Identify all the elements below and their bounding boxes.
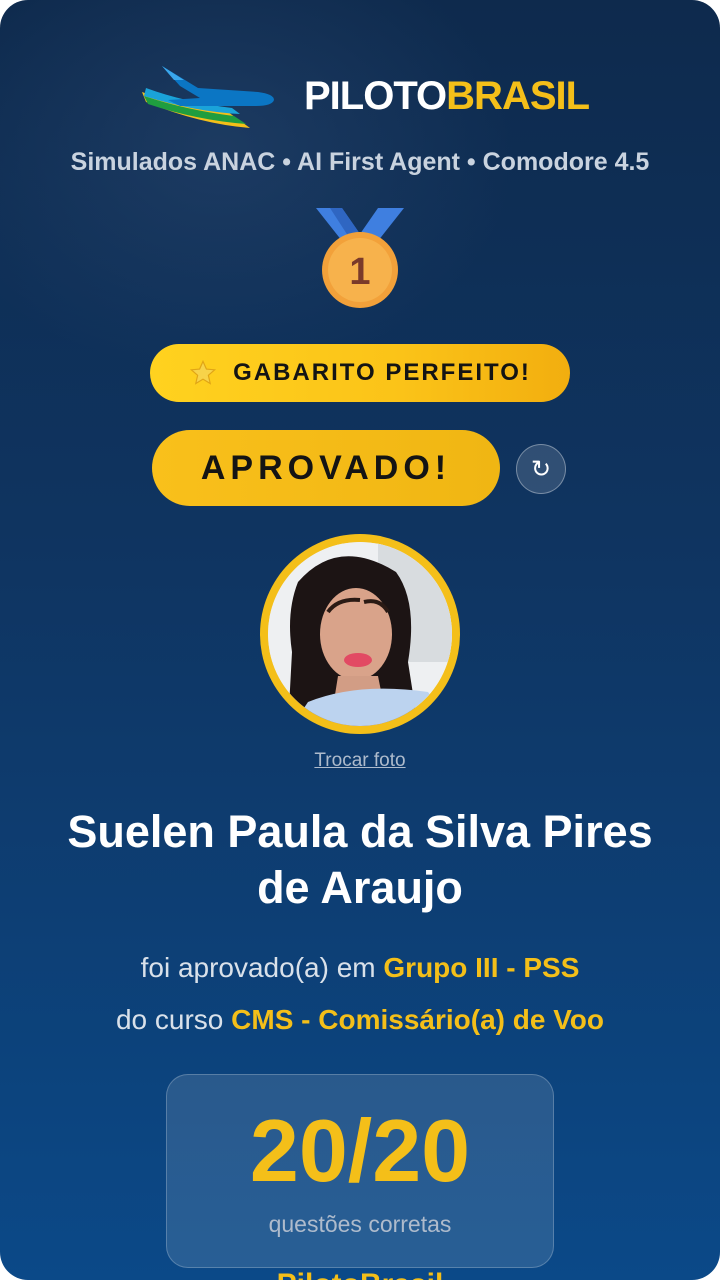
star-icon xyxy=(190,359,217,385)
footer-brand: PilotoBrasil xyxy=(0,1268,720,1280)
perfect-score-badge: GABARITO PERFEITO! xyxy=(150,344,570,402)
profile-photo xyxy=(268,542,452,726)
perfect-score-label: GABARITO PERFEITO! xyxy=(233,359,531,386)
change-photo-link[interactable]: Trocar foto xyxy=(0,750,720,772)
approval-group: Grupo III - PSS xyxy=(383,952,580,983)
brand-subtitle: Simulados ANAC • AI First Agent • Comodo… xyxy=(70,148,650,176)
brand-logo: PILOTOBRASIL xyxy=(140,58,600,138)
score-card: 20/20 questões corretas xyxy=(166,1074,554,1268)
approval-course-line: do curso CMS - Comissário(a) de Voo xyxy=(0,1004,720,1036)
approval-course: CMS - Comissário(a) de Voo xyxy=(231,1004,605,1035)
first-place-medal-icon: 1 xyxy=(316,208,404,308)
brand-name-part2: BRASIL xyxy=(446,74,590,118)
approval-prefix-course: do curso xyxy=(115,1004,232,1035)
score-value: 20/20 xyxy=(249,1101,471,1200)
brand-wordmark: PILOTOBRASIL xyxy=(304,74,590,119)
certificate-card: PILOTOBRASIL Simulados ANAC • AI First A… xyxy=(0,0,720,1280)
refresh-button[interactable]: ↻ xyxy=(516,444,566,494)
airplane-logo-icon xyxy=(142,66,274,128)
medal-rank: 1 xyxy=(349,251,370,293)
profile-photo-frame xyxy=(260,534,460,734)
approval-prefix-group: foi aprovado(a) em xyxy=(140,952,384,983)
avatar xyxy=(268,542,452,726)
approval-group-line: foi aprovado(a) em Grupo III - PSS xyxy=(0,952,720,984)
score-label: questões corretas xyxy=(268,1211,452,1237)
user-name: Suelen Paula da Silva Pires de Araujo xyxy=(67,806,653,913)
refresh-icon: ↻ xyxy=(530,455,552,483)
approved-status-badge: APROVADO! xyxy=(152,430,500,506)
brand-name-part1: PILOTO xyxy=(304,74,447,118)
